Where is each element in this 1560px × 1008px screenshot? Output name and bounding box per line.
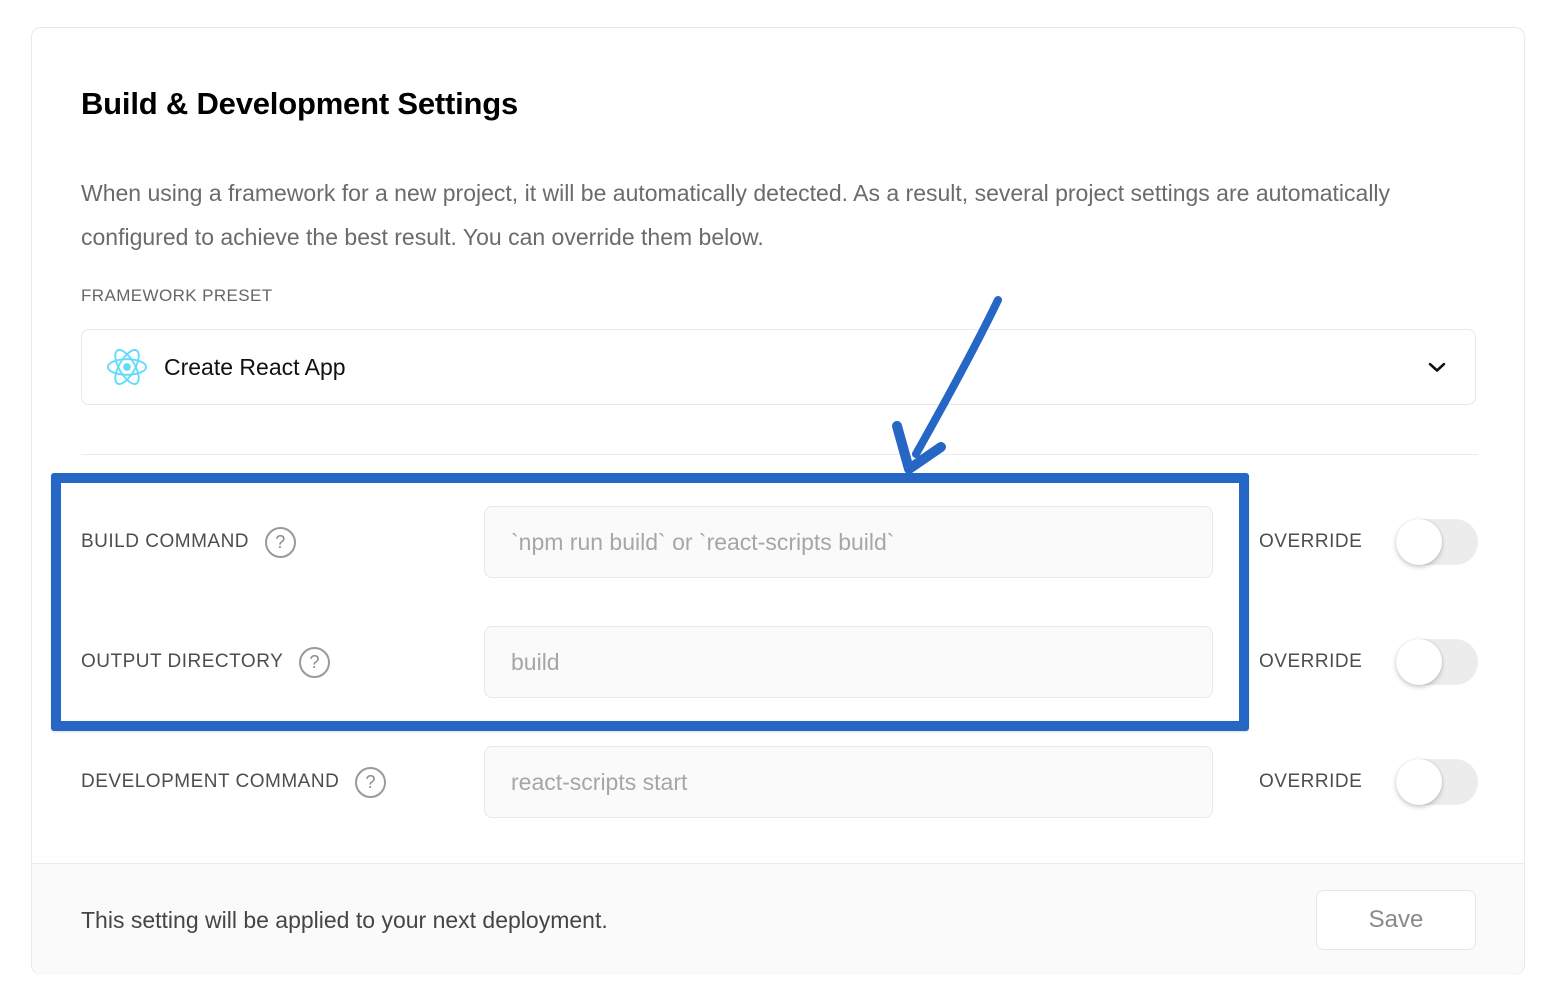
output-directory-row: OUTPUT DIRECTORY ? OVERRIDE xyxy=(32,626,1526,698)
build-command-label: BUILD COMMAND ? xyxy=(81,506,296,578)
save-button[interactable]: Save xyxy=(1316,890,1476,950)
section-divider xyxy=(81,454,1478,455)
framework-preset-label: FRAMEWORK PRESET xyxy=(81,286,273,306)
section-description: When using a framework for a new project… xyxy=(81,171,1461,259)
footer: This setting will be applied to your nex… xyxy=(32,863,1524,975)
override-toggle[interactable] xyxy=(1396,759,1478,805)
help-icon[interactable]: ? xyxy=(355,767,386,798)
output-directory-input[interactable] xyxy=(484,626,1213,698)
development-command-input[interactable] xyxy=(484,746,1213,818)
build-command-row: BUILD COMMAND ? OVERRIDE xyxy=(32,506,1526,578)
footer-note: This setting will be applied to your nex… xyxy=(81,864,608,976)
toggle-knob xyxy=(1396,639,1442,685)
development-command-label: DEVELOPMENT COMMAND ? xyxy=(81,746,386,818)
override-toggle[interactable] xyxy=(1396,519,1478,565)
development-command-row: DEVELOPMENT COMMAND ? OVERRIDE xyxy=(32,746,1526,818)
help-icon[interactable]: ? xyxy=(299,647,330,678)
page-title: Build & Development Settings xyxy=(81,86,518,122)
help-icon[interactable]: ? xyxy=(265,527,296,558)
output-directory-label: OUTPUT DIRECTORY ? xyxy=(81,626,330,698)
build-settings-card: Build & Development Settings When using … xyxy=(31,27,1525,975)
chevron-down-icon xyxy=(1423,353,1451,381)
override-toggle[interactable] xyxy=(1396,639,1478,685)
toggle-knob xyxy=(1396,519,1442,565)
override-label: OVERRIDE xyxy=(1259,506,1362,578)
framework-selected-value: Create React App xyxy=(164,354,346,381)
override-label: OVERRIDE xyxy=(1259,746,1362,818)
build-command-input[interactable] xyxy=(484,506,1213,578)
framework-preset-select[interactable]: Create React App xyxy=(81,329,1476,405)
react-logo-icon xyxy=(106,347,148,387)
toggle-knob xyxy=(1396,759,1442,805)
override-label: OVERRIDE xyxy=(1259,626,1362,698)
page: Build & Development Settings When using … xyxy=(0,0,1560,1008)
